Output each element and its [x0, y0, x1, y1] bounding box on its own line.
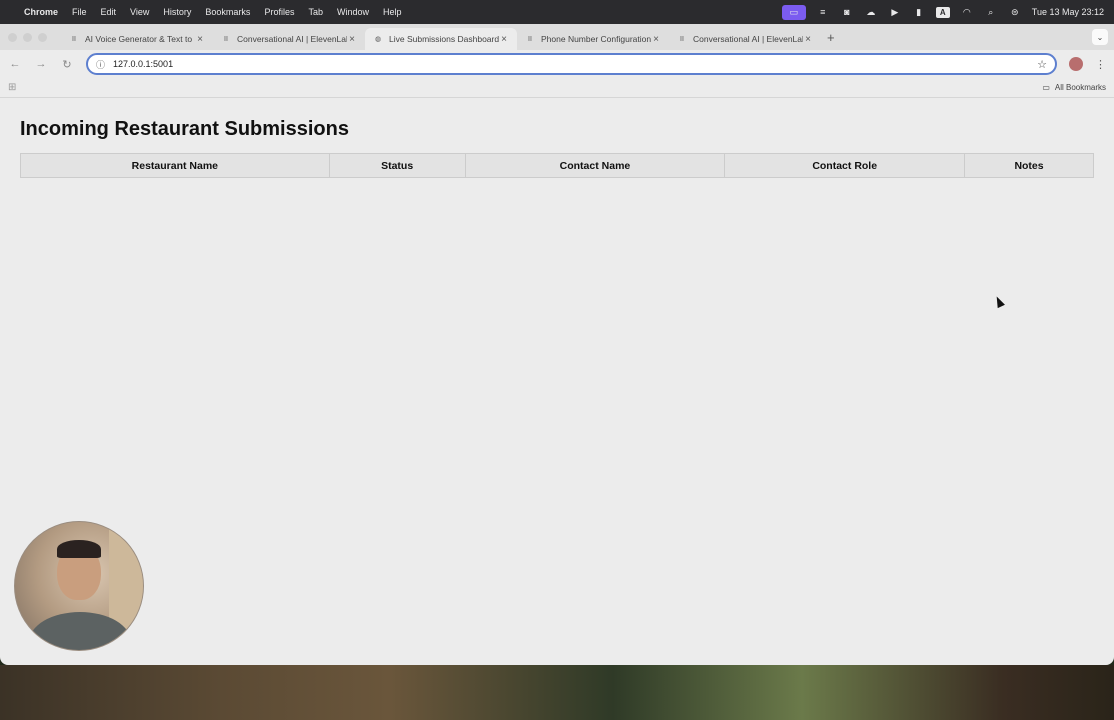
bookmark-star-icon[interactable]: ☆ — [1037, 58, 1047, 71]
new-tab-icon[interactable]: + — [827, 30, 835, 45]
close-tab-icon[interactable]: × — [651, 34, 661, 45]
menu-help[interactable]: Help — [383, 7, 402, 17]
column-header-status: Status — [328, 153, 466, 178]
menu-tab[interactable]: Tab — [308, 7, 323, 17]
page-title: Incoming Restaurant Submissions — [20, 118, 349, 140]
menu-history[interactable]: History — [163, 7, 191, 17]
tab-title: AI Voice Generator & Text to Speech — [85, 34, 195, 44]
minimize-window-icon[interactable] — [23, 32, 32, 42]
close-tab-icon[interactable]: × — [803, 34, 813, 45]
tab-search-chevron-down-icon[interactable]: ⌄ — [1092, 29, 1108, 45]
menu-bookmarks[interactable]: Bookmarks — [205, 7, 250, 17]
profile-avatar[interactable] — [1069, 57, 1083, 71]
tab-conversational-ai-1[interactable]: II Conversational AI | ElevenLabs × — [213, 28, 365, 50]
battery-icon[interactable]: ▮ — [912, 7, 926, 18]
macos-menubar: Chrome File Edit View History Bookmarks … — [0, 0, 1114, 24]
elevenlabs-favicon-icon: II — [528, 35, 532, 43]
menu-profiles[interactable]: Profiles — [264, 7, 294, 17]
tab-title: Conversational AI | ElevenLabs — [237, 34, 347, 44]
back-arrow-icon[interactable]: ← — [8, 58, 22, 70]
tab-title: Conversational AI | ElevenLabs — [693, 34, 803, 44]
menu-edit[interactable]: Edit — [101, 7, 117, 17]
menu-window[interactable]: Window — [337, 7, 369, 17]
column-header-contact-name: Contact Name — [464, 153, 726, 178]
browser-toolbar: ← → ↻ ⓘ 127.0.0.1:5001 ☆ ⋮ — [0, 50, 1114, 78]
menu-file[interactable]: File — [72, 7, 87, 17]
close-tab-icon[interactable]: × — [347, 34, 357, 45]
notes-icon[interactable]: ≡ — [816, 7, 830, 18]
all-bookmarks-label: All Bookmarks — [1054, 83, 1106, 92]
menu-kebab-icon[interactable]: ⋮ — [1095, 58, 1106, 71]
tab-phone-number-configuration[interactable]: II Phone Number Configuration × — [517, 28, 669, 50]
menu-app-name[interactable]: Chrome — [24, 7, 58, 17]
reload-icon[interactable]: ↻ — [60, 58, 74, 71]
webcam-overlay — [14, 521, 144, 651]
browser-window: II AI Voice Generator & Text to Speech ×… — [0, 24, 1114, 665]
apps-grid-icon[interactable]: ⊞ — [8, 82, 16, 93]
cloud-icon[interactable]: ☁ — [864, 7, 878, 18]
close-tab-icon[interactable]: × — [499, 34, 509, 45]
desktop-wallpaper — [0, 665, 1114, 720]
address-bar[interactable]: ⓘ 127.0.0.1:5001 ☆ — [86, 53, 1057, 75]
wifi-icon[interactable]: ◠ — [960, 7, 974, 18]
table-header-row: Restaurant Name Status Contact Name Cont… — [20, 153, 1094, 178]
tab-live-submissions[interactable]: ◍ Live Submissions Dashboard × — [365, 28, 517, 50]
submissions-table: Restaurant Name Status Contact Name Cont… — [20, 153, 1094, 178]
globe-favicon-icon: ◍ — [374, 36, 382, 43]
site-info-icon[interactable]: ⓘ — [96, 58, 105, 71]
tab-title: Phone Number Configuration — [541, 34, 651, 44]
control-center-icon[interactable]: ⊜ — [1008, 7, 1022, 18]
bookmarks-bar: ⊞ ▭ All Bookmarks — [0, 78, 1114, 98]
play-icon[interactable]: ▶ — [888, 7, 902, 18]
search-icon[interactable]: ⌕ — [984, 7, 998, 18]
tab-strip: II AI Voice Generator & Text to Speech ×… — [0, 24, 1114, 50]
tab-conversational-ai-2[interactable]: II Conversational AI | ElevenLabs × — [669, 28, 821, 50]
tab-title: Live Submissions Dashboard — [389, 34, 499, 44]
close-window-icon[interactable] — [8, 32, 17, 42]
column-header-notes: Notes — [964, 153, 1094, 178]
tab-ai-voice-generator[interactable]: II AI Voice Generator & Text to Speech × — [61, 28, 213, 50]
screen-record-icon[interactable]: ▭ — [781, 4, 806, 20]
url-text[interactable]: 127.0.0.1:5001 — [113, 59, 1037, 69]
elevenlabs-favicon-icon: II — [680, 35, 684, 43]
column-header-restaurant-name: Restaurant Name — [20, 153, 330, 178]
window-controls — [8, 32, 47, 42]
column-header-contact-role: Contact Role — [724, 153, 966, 178]
menubar-tray: ▭ ≡ ◙ ☁ ▶ ▮ A ◠ ⌕ ⊜ Tue 13 May 23:12 — [781, 4, 1104, 20]
keyboard-input-icon[interactable]: A — [935, 6, 950, 18]
app-status-icon[interactable]: ◙ — [840, 7, 854, 18]
maximize-window-icon[interactable] — [38, 32, 47, 42]
elevenlabs-favicon-icon: II — [72, 35, 76, 43]
page-content: Incoming Restaurant Submissions Restaura… — [0, 98, 1114, 637]
close-tab-icon[interactable]: × — [195, 34, 205, 45]
menubar-datetime[interactable]: Tue 13 May 23:12 — [1032, 7, 1104, 17]
folder-icon: ▭ — [1042, 83, 1050, 92]
webcam-person-hair — [57, 540, 101, 558]
forward-arrow-icon[interactable]: → — [34, 58, 48, 70]
elevenlabs-favicon-icon: II — [224, 35, 228, 43]
menu-view[interactable]: View — [130, 7, 149, 17]
all-bookmarks-button[interactable]: ▭ All Bookmarks — [1042, 83, 1106, 92]
mouse-cursor-icon — [993, 294, 1005, 309]
